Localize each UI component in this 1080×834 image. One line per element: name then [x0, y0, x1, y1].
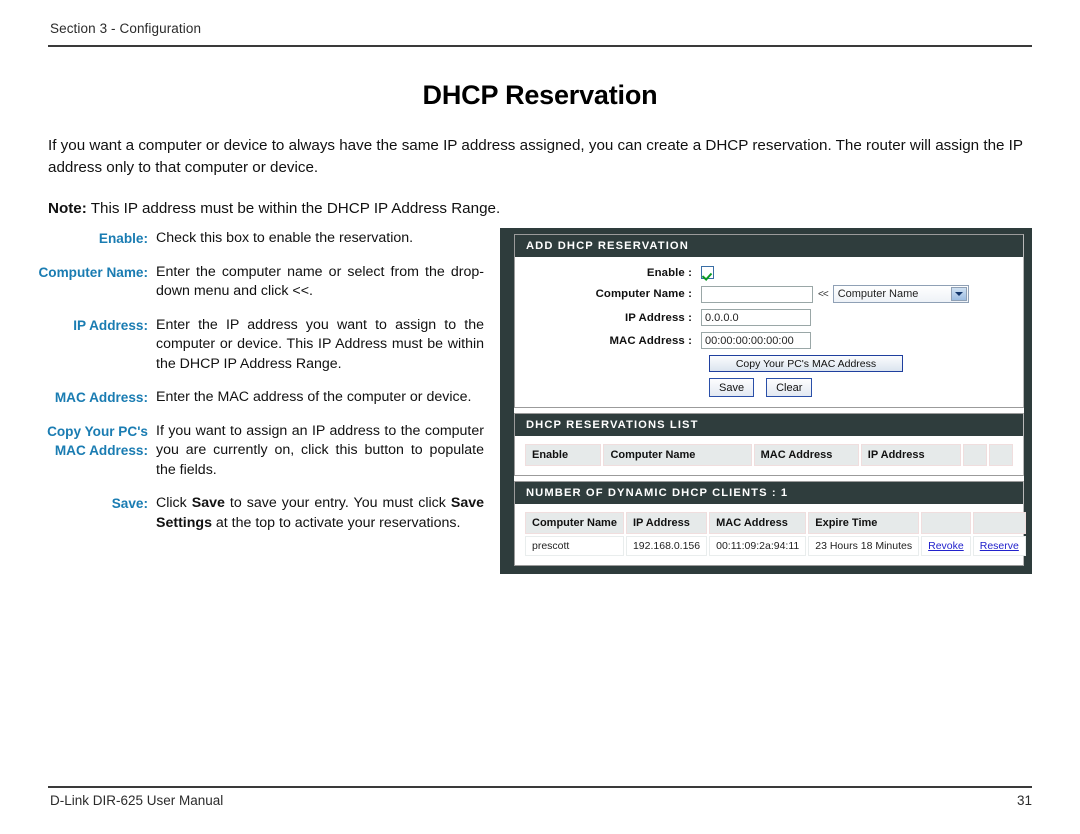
revoke-link[interactable]: Revoke [928, 540, 964, 552]
definition-term: MAC Address: [54, 390, 148, 405]
note-label: Note: [48, 200, 87, 218]
col-ip-address: IP Address [860, 444, 962, 466]
col-mac-address: MAC Address [709, 512, 807, 534]
definition-ip-address: IP Address: Enter the IP address you wan… [20, 316, 490, 375]
clients-panel-body: Computer Name IP Address MAC Address Exp… [515, 504, 1026, 565]
save-button[interactable]: Save [709, 378, 755, 397]
definition-save: Save: Click Save to save your entry. You… [20, 494, 490, 533]
clients-table-head: Computer Name IP Address MAC Address Exp… [525, 512, 1026, 534]
definition-term: Enable: [98, 231, 148, 246]
field-descriptions: Enable: Check this box to enable the res… [20, 229, 490, 547]
definition-mac-address: MAC Address: Enter the MAC address of th… [20, 388, 490, 408]
definition-copy-mac: Copy Your PC's MAC Address: If you want … [20, 422, 490, 481]
ip-address-label: IP Address : [624, 311, 692, 324]
definition-term-line2: MAC Address: [54, 443, 148, 458]
computer-name-control: << Computer Name [701, 285, 969, 303]
ip-address-input[interactable]: 0.0.0.0 [701, 309, 811, 326]
computer-name-label: Computer Name : [595, 288, 692, 300]
enable-label: Enable : [646, 266, 692, 279]
definition-description: Enter the IP address you want to assign … [156, 316, 484, 372]
clients-panel-header: NUMBER OF DYNAMIC DHCP CLIENTS : 1 [515, 482, 1023, 504]
mac-address-label: MAC Address : [609, 334, 692, 347]
copy-pc-mac-button[interactable]: Copy Your PC's MAC Address [709, 355, 903, 372]
mac-address-control: 00:00:00:00:00:00 [701, 332, 811, 349]
col-enable: Enable [525, 444, 602, 466]
cell-reserve: Reserve [972, 536, 1026, 556]
definition-description: Check this box to enable the reservation… [156, 230, 414, 246]
definition-description: Click Save to save your entry. You must … [156, 494, 490, 533]
router-ui-screenshot: ADD DHCP RESERVATION Enable : Computer N… [500, 228, 1032, 574]
col-computer-name: Computer Name [525, 512, 624, 534]
cell-revoke: Revoke [921, 536, 971, 556]
definition-computer-name: Computer Name: Enter the computer name o… [20, 263, 490, 302]
computer-name-select[interactable]: Computer Name [832, 285, 969, 303]
reservations-panel-header: DHCP RESERVATIONS LIST [515, 414, 1023, 436]
reservations-table: Enable Computer Name MAC Address IP Addr… [523, 442, 1015, 468]
definition-term: Computer Name: [38, 264, 148, 280]
footer-divider [48, 786, 1032, 788]
chevron-down-icon [950, 287, 967, 301]
clients-table: Computer Name IP Address MAC Address Exp… [523, 510, 1028, 558]
header-divider [48, 45, 1032, 47]
computer-name-select-value: Computer Name [837, 288, 919, 300]
reservations-panel-body: Enable Computer Name MAC Address IP Addr… [515, 436, 1023, 475]
cell-computer-name: prescott [525, 536, 624, 556]
definition-term: Save: [111, 496, 148, 511]
definition-description: Enter the MAC address of the computer or… [156, 389, 472, 405]
clients-table-body: prescott 192.168.0.156 00:11:09:2a:94:11… [525, 536, 1026, 556]
definition-enable: Enable: Check this box to enable the res… [20, 229, 490, 249]
definition-term: IP Address: [73, 317, 148, 333]
dhcp-reservations-list-panel: DHCP RESERVATIONS LIST Enable Computer N… [514, 413, 1024, 476]
col-blank-2 [972, 512, 1026, 534]
note-text: This IP address must be within the DHCP … [86, 200, 501, 218]
intro-paragraph: If you want a computer or device to alwa… [48, 137, 1023, 177]
note-paragraph: Note: This IP address must be within the… [48, 198, 1034, 220]
cell-expire-time: 23 Hours 18 Minutes [808, 536, 920, 556]
ip-address-control: 0.0.0.0 [701, 309, 811, 326]
footer-page-number: 31 [1016, 793, 1032, 808]
col-computer-name: Computer Name [603, 444, 752, 466]
footer-manual-name: D-Link DIR-625 User Manual [50, 793, 224, 808]
col-expire-time: Expire Time [808, 512, 920, 534]
enable-row: Enable : [525, 266, 1013, 279]
computer-name-input[interactable] [701, 285, 813, 303]
table-row: prescott 192.168.0.156 00:11:09:2a:94:11… [525, 536, 1026, 556]
add-panel-header: ADD DHCP RESERVATION [515, 235, 1023, 257]
manual-page: Section 3 - Configuration DHCP Reservati… [0, 0, 1080, 834]
mac-address-row: MAC Address : 00:00:00:00:00:00 [525, 332, 1013, 349]
mac-address-input[interactable]: 00:00:00:00:00:00 [701, 332, 811, 349]
definition-term: Copy Your PC's MAC Address: [20, 422, 148, 481]
definition-description: Enter the computer name or select from t… [156, 263, 484, 300]
copy-left-arrows-icon[interactable]: << [818, 289, 829, 300]
add-dhcp-reservation-panel: ADD DHCP RESERVATION Enable : Computer N… [514, 234, 1024, 408]
computer-name-row: Computer Name : << Computer Name [525, 285, 1013, 303]
col-blank-1 [921, 512, 971, 534]
add-panel-body: Enable : Computer Name : << Computer Nam… [515, 257, 1023, 407]
dynamic-dhcp-clients-panel: NUMBER OF DYNAMIC DHCP CLIENTS : 1 Compu… [514, 481, 1026, 566]
clear-button[interactable]: Clear [766, 378, 813, 397]
enable-checkbox[interactable] [701, 266, 714, 279]
page-title: DHCP Reservation [422, 80, 658, 111]
col-blank-1 [963, 444, 988, 466]
table-header-row: Enable Computer Name MAC Address IP Addr… [525, 444, 1013, 466]
definition-description: If you want to assign an IP address to t… [156, 422, 484, 478]
router-ui-content: ADD DHCP RESERVATION Enable : Computer N… [514, 234, 1026, 566]
ip-address-row: IP Address : 0.0.0.0 [525, 309, 1013, 326]
definition-term-line1: Copy Your PC's [47, 423, 148, 439]
save-desc-bold-1: Save [191, 495, 225, 511]
save-desc-post: at the top to activate your reservations… [211, 514, 461, 531]
enable-control [701, 266, 714, 279]
section-breadcrumb: Section 3 - Configuration [50, 21, 202, 36]
col-mac-address: MAC Address [753, 444, 859, 466]
col-blank-2 [989, 444, 1013, 466]
cell-mac-address: 00:11:09:2a:94:11 [709, 536, 807, 556]
form-buttons: Save Clear [709, 378, 1013, 397]
save-desc-pre: Click [156, 495, 192, 511]
save-desc-mid: to save your entry. You must click [224, 495, 451, 511]
col-ip-address: IP Address [625, 512, 708, 534]
reservations-table-head: Enable Computer Name MAC Address IP Addr… [525, 444, 1013, 466]
table-header-row: Computer Name IP Address MAC Address Exp… [525, 512, 1026, 534]
cell-ip-address: 192.168.0.156 [625, 536, 708, 556]
reserve-link[interactable]: Reserve [980, 540, 1019, 552]
